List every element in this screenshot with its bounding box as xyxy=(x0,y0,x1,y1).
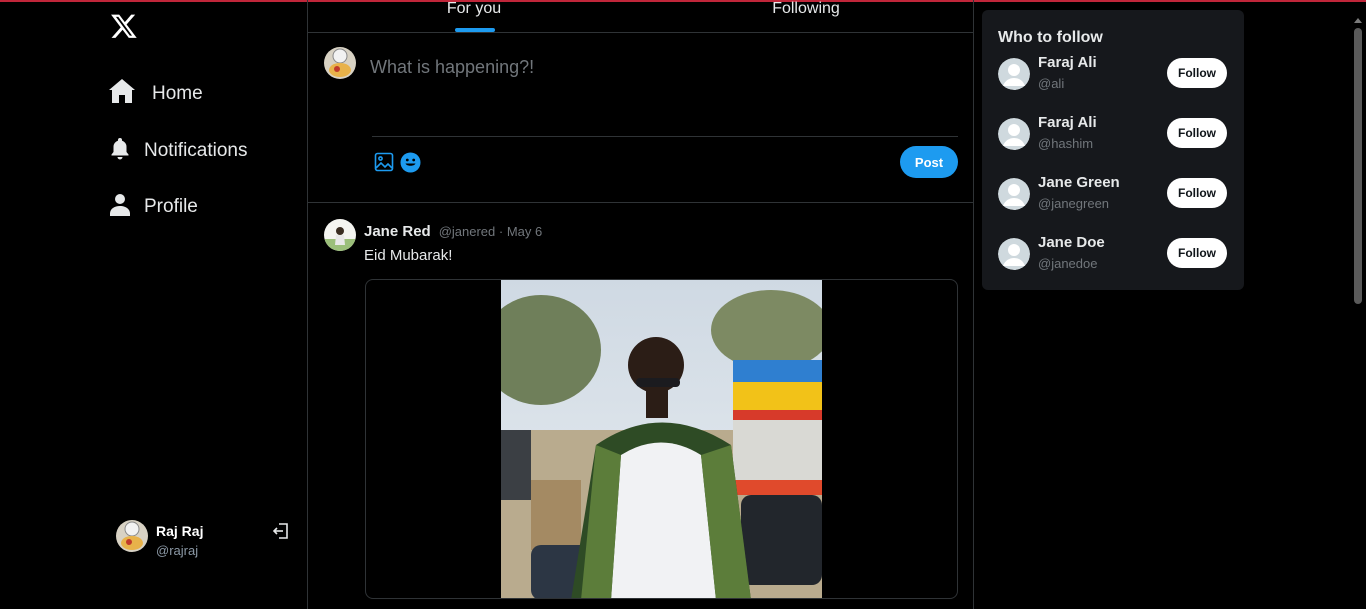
follow-button[interactable]: Follow xyxy=(1167,178,1227,208)
account-handle: @rajraj xyxy=(156,543,199,558)
tab-for-you-label: For you xyxy=(446,0,502,17)
follow-user-handle: @janegreen xyxy=(1038,196,1110,211)
follow-button[interactable]: Follow xyxy=(1167,238,1227,268)
list-item[interactable]: Faraj Ali @ali Follow xyxy=(998,54,1228,94)
tab-following-label: Following xyxy=(772,0,840,17)
emoji-icon[interactable] xyxy=(400,152,421,173)
nav-home-label: Home xyxy=(152,82,203,104)
nav-notifications[interactable]: Notifications xyxy=(108,136,248,165)
list-item[interactable]: Faraj Ali @hashim Follow xyxy=(998,114,1228,154)
user-icon xyxy=(108,192,132,221)
who-to-follow-card: Who to follow Faraj Ali @ali Follow Fara… xyxy=(982,10,1244,290)
right-panel: Who to follow Faraj Ali @ali Follow Fara… xyxy=(974,0,1366,609)
follow-user-name[interactable]: Faraj Ali xyxy=(1038,114,1097,131)
follow-user-handle: @hashim xyxy=(1038,136,1094,151)
tweet-author-meta: @janered · May 6 xyxy=(438,224,543,239)
follow-button[interactable]: Follow xyxy=(1167,58,1227,88)
tweet-author-name[interactable]: Jane Red xyxy=(364,223,431,240)
default-avatar-icon xyxy=(998,178,1030,210)
avatar xyxy=(324,47,356,79)
follow-user-name[interactable]: Jane Green xyxy=(1038,174,1120,191)
nav-profile-label: Profile xyxy=(144,195,198,217)
scroll-up-arrow-icon[interactable] xyxy=(1354,18,1362,23)
home-icon xyxy=(108,78,136,109)
follow-user-name[interactable]: Faraj Ali xyxy=(1038,54,1097,71)
avatar[interactable] xyxy=(324,219,356,251)
page-scrollbar[interactable] xyxy=(1350,18,1364,609)
image-icon[interactable] xyxy=(374,152,394,172)
tweet-text: Eid Mubarak! xyxy=(364,247,453,264)
tab-following[interactable]: Following xyxy=(640,0,972,32)
post-button[interactable]: Post xyxy=(900,146,958,178)
scroll-thumb[interactable] xyxy=(1354,28,1362,304)
follow-user-handle: @janedoe xyxy=(1038,256,1098,271)
active-tab-indicator xyxy=(455,28,495,32)
avatar xyxy=(116,520,148,552)
x-logo-icon[interactable] xyxy=(110,12,138,40)
nav-notifications-label: Notifications xyxy=(144,139,248,161)
nav-profile[interactable]: Profile xyxy=(108,192,198,221)
tweet-header: Jane Red @janered · May 6 xyxy=(364,223,542,240)
account-switcher[interactable]: Raj Raj @rajraj xyxy=(116,520,296,560)
list-item[interactable]: Jane Doe @janedoe Follow xyxy=(998,234,1228,274)
default-avatar-icon xyxy=(998,58,1030,90)
tweet-media[interactable] xyxy=(365,279,958,599)
who-to-follow-title: Who to follow xyxy=(998,29,1103,46)
composer-divider xyxy=(372,136,958,137)
bell-icon xyxy=(108,136,132,165)
account-name: Raj Raj xyxy=(156,523,204,539)
follow-user-handle: @ali xyxy=(1038,76,1065,91)
default-avatar-icon xyxy=(998,118,1030,150)
list-item[interactable]: Jane Green @janegreen Follow xyxy=(998,174,1228,214)
main-feed: For you Following What is happening?! Po… xyxy=(307,0,974,609)
default-avatar-icon xyxy=(998,238,1030,270)
tweet[interactable]: Jane Red @janered · May 6 Eid Mubarak! xyxy=(308,203,973,609)
logout-icon[interactable] xyxy=(272,522,290,540)
follow-user-name[interactable]: Jane Doe xyxy=(1038,234,1105,251)
compose-input[interactable] xyxy=(370,51,950,83)
feed-tabs: For you Following xyxy=(308,0,973,33)
tweet-photo xyxy=(501,280,822,598)
left-sidebar: Home Notifications Profile Raj Raj @rajr… xyxy=(0,0,307,609)
follow-button[interactable]: Follow xyxy=(1167,118,1227,148)
tweet-composer: Post xyxy=(308,33,973,203)
nav-home[interactable]: Home xyxy=(108,78,203,109)
